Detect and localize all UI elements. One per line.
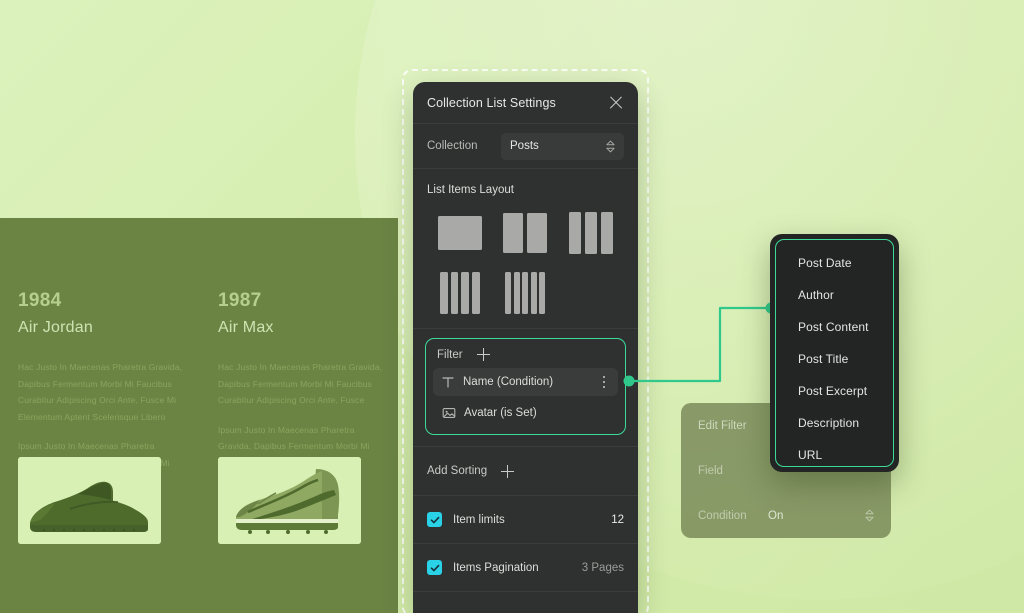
condition-label: Condition <box>698 509 747 522</box>
showcase-area: 1984 Air Jordan Hac Justo In Maecenas Ph… <box>0 218 398 613</box>
field-option-post-title[interactable]: Post Title <box>776 343 893 375</box>
item-limits-checkbox[interactable] <box>427 512 442 527</box>
collection-select[interactable]: Posts <box>501 132 624 160</box>
layout-section-title: List Items Layout <box>427 184 514 196</box>
showcase-year: 1987 <box>218 290 262 311</box>
text-field-icon <box>442 377 454 388</box>
showcase-paragraph-1: Hac Justo In Maecenas Pharetra Gravida, … <box>218 362 383 406</box>
shoe-image-card <box>18 457 161 544</box>
layout-option-four-column[interactable] <box>439 272 480 314</box>
field-options-dropdown: Post Date Author Post Content Post Title… <box>770 234 899 472</box>
layout-options-grid <box>427 212 624 314</box>
plus-icon[interactable] <box>476 348 490 361</box>
layout-option-three-column[interactable] <box>569 212 614 254</box>
add-sorting-label: Add Sorting <box>427 465 488 477</box>
items-pagination-value[interactable]: 3 Pages <box>582 562 624 574</box>
filter-label: Filter <box>437 348 463 361</box>
close-icon[interactable] <box>608 95 624 111</box>
chevron-updown-icon <box>865 509 874 522</box>
edit-filter-title: Edit Filter <box>698 419 747 432</box>
edit-filter-condition-row[interactable]: Condition On <box>681 493 891 538</box>
filter-item-label: Name (Condition) <box>463 376 554 388</box>
collection-row: Collection Posts <box>413 124 638 169</box>
layout-option-two-column[interactable] <box>503 212 548 254</box>
items-pagination-row: Items Pagination 3 Pages <box>413 544 638 592</box>
field-option-post-date[interactable]: Post Date <box>776 247 893 279</box>
items-pagination-label: Items Pagination <box>453 561 539 574</box>
filter-item-name-condition[interactable]: Name (Condition) <box>433 368 618 396</box>
showcase-paragraph-1: Hac Justo In Maecenas Pharetra Gravida, … <box>18 362 183 422</box>
showcase-year: 1984 <box>18 290 62 311</box>
kebab-menu-icon[interactable] <box>598 376 610 388</box>
running-shoe-icon <box>18 457 161 544</box>
shoe-image-card <box>218 457 361 544</box>
filter-header: Filter <box>433 345 618 368</box>
item-limits-label: Item limits <box>453 513 505 526</box>
soccer-cleat-icon <box>218 457 361 544</box>
filter-item-avatar-is-set[interactable]: Avatar (is Set) <box>433 399 618 427</box>
showcase-model: Air Max <box>218 319 274 336</box>
item-limits-value[interactable]: 12 <box>611 514 624 526</box>
panel-title: Collection List Settings <box>427 95 556 110</box>
layout-option-five-column[interactable] <box>505 272 546 314</box>
collection-select-value: Posts <box>510 140 539 152</box>
layout-option-one-column[interactable] <box>437 212 482 254</box>
filter-group-highlighted: Filter Name (Condition) Avatar (is Set) <box>425 338 626 435</box>
items-pagination-checkbox[interactable] <box>427 560 442 575</box>
filter-item-label: Avatar (is Set) <box>464 407 537 419</box>
field-options-list: Post Date Author Post Content Post Title… <box>775 239 894 467</box>
item-limits-row: Item limits 12 <box>413 496 638 544</box>
collection-label: Collection <box>427 140 478 152</box>
list-items-layout-section: List Items Layout <box>413 169 638 329</box>
field-option-url[interactable]: URL <box>776 439 893 471</box>
field-option-author[interactable]: Author <box>776 279 893 311</box>
checkmark-icon <box>430 516 439 523</box>
showcase-model: Air Jordan <box>18 319 93 336</box>
plus-icon[interactable] <box>501 464 515 478</box>
image-field-icon <box>442 408 456 418</box>
field-option-post-excerpt[interactable]: Post Excerpt <box>776 375 893 407</box>
filter-section: Filter Name (Condition) Avatar (is Set) <box>413 338 638 435</box>
panel-header: Collection List Settings <box>413 82 638 124</box>
showcase-column-2: 1987 Air Max Hac Justo In Maecenas Phare… <box>218 290 388 471</box>
condition-value: On <box>768 509 784 522</box>
add-sorting-row[interactable]: Add Sorting <box>413 446 638 496</box>
chevron-updown-icon <box>606 140 615 152</box>
checkmark-icon <box>430 564 439 571</box>
field-option-description[interactable]: Description <box>776 407 893 439</box>
field-label: Field <box>698 464 723 477</box>
collection-list-settings-panel: Collection List Settings Collection Post… <box>413 82 638 613</box>
field-option-post-content[interactable]: Post Content <box>776 311 893 343</box>
